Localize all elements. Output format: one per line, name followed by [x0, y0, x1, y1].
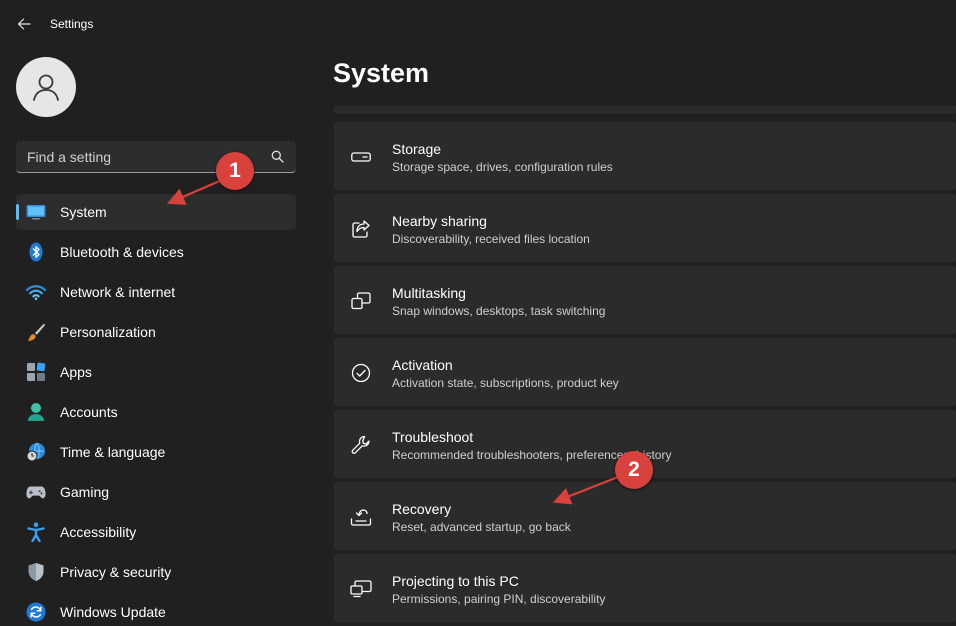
previous-card-edge[interactable] — [334, 106, 956, 114]
sidebar-item-accounts[interactable]: Accounts — [16, 394, 296, 430]
wifi-icon — [26, 282, 46, 302]
storage-icon — [350, 146, 372, 168]
wrench-icon — [350, 434, 372, 456]
accessibility-icon — [26, 522, 46, 542]
back-button[interactable] — [12, 12, 36, 36]
recovery-icon — [350, 506, 372, 528]
card-title: Projecting to this PC — [392, 573, 519, 589]
annotation-marker-2: 2 — [615, 451, 653, 489]
shield-icon — [26, 562, 46, 582]
sidebar-item-label: Privacy & security — [60, 564, 172, 580]
sidebar-item-label: Network & internet — [60, 284, 176, 300]
sidebar-item-network[interactable]: Network & internet — [16, 274, 296, 310]
sidebar-item-label: Accounts — [60, 404, 118, 420]
back-arrow-icon — [17, 18, 31, 30]
settings-list: Storage Storage space, drives, configura… — [334, 106, 956, 626]
page-title: System — [333, 58, 430, 88]
user-icon — [33, 74, 59, 101]
sidebar-item-label: Personalization — [60, 324, 156, 340]
sidebar-item-accessibility[interactable]: Accessibility — [16, 514, 296, 550]
card-subtitle: Activation state, subscriptions, product… — [392, 376, 619, 390]
card-title: Nearby sharing — [392, 213, 487, 229]
sidebar-item-privacy-security[interactable]: Privacy & security — [16, 554, 296, 590]
sidebar-item-gaming[interactable]: Gaming — [16, 474, 296, 510]
sidebar-item-windows-update[interactable]: Windows Update — [16, 594, 296, 626]
sidebar-item-bluetooth[interactable]: Bluetooth & devices — [16, 234, 296, 270]
card-recovery[interactable]: Recovery Reset, advanced startup, go bac… — [334, 482, 956, 550]
check-circle-icon — [350, 362, 372, 384]
sidebar-item-label: Bluetooth & devices — [60, 244, 184, 260]
gamepad-icon — [26, 482, 46, 502]
card-storage[interactable]: Storage Storage space, drives, configura… — [334, 122, 956, 190]
sidebar-item-label: Accessibility — [60, 524, 137, 540]
card-title: Troubleshoot — [392, 429, 474, 445]
app-title: Settings — [50, 17, 94, 31]
card-title: Recovery — [392, 501, 452, 517]
card-activation[interactable]: Activation Activation state, subscriptio… — [334, 338, 956, 406]
update-icon — [26, 602, 46, 622]
paintbrush-icon — [26, 322, 46, 342]
card-subtitle: Permissions, pairing PIN, discoverabilit… — [392, 592, 606, 606]
annotation-marker-1: 1 — [216, 152, 254, 190]
card-subtitle: Snap windows, desktops, task switching — [392, 304, 606, 318]
avatar[interactable] — [16, 57, 76, 117]
sidebar-item-label: Apps — [60, 364, 92, 380]
card-multitasking[interactable]: Multitasking Snap windows, desktops, tas… — [334, 266, 956, 334]
sidebar-item-label: Gaming — [60, 484, 110, 500]
clock-globe-icon — [26, 442, 46, 462]
card-subtitle: Storage space, drives, configuration rul… — [392, 160, 613, 174]
sidebar-item-label: Time & language — [60, 444, 166, 460]
title-bar: Settings — [0, 0, 956, 48]
monitor-icon — [26, 202, 46, 222]
card-nearby-sharing[interactable]: Nearby sharing Discoverability, received… — [334, 194, 956, 262]
sidebar-item-time-language[interactable]: Time & language — [16, 434, 296, 470]
sidebar-item-apps[interactable]: Apps — [16, 354, 296, 390]
card-title: Storage — [392, 141, 442, 157]
search-icon[interactable] — [271, 150, 284, 163]
card-title: Activation — [392, 357, 453, 373]
card-subtitle: Reset, advanced startup, go back — [392, 520, 571, 534]
sidebar-item-personalization[interactable]: Personalization — [16, 314, 296, 350]
sidebar-item-system[interactable]: System — [16, 194, 296, 230]
card-title: Multitasking — [392, 285, 466, 301]
bluetooth-icon — [26, 242, 46, 262]
sidebar-nav: System Bluetooth & devices Network & int… — [16, 194, 296, 626]
card-subtitle: Discoverability, received files location — [392, 232, 590, 246]
sidebar-item-label: Windows Update — [60, 604, 166, 620]
share-icon — [350, 218, 372, 240]
multitasking-icon — [350, 290, 372, 312]
apps-icon — [26, 362, 46, 382]
sidebar-item-label: System — [60, 204, 107, 220]
card-projecting[interactable]: Projecting to this PC Permissions, pairi… — [334, 554, 956, 622]
projecting-icon — [350, 578, 372, 600]
person-icon — [26, 402, 46, 422]
search-box[interactable] — [16, 141, 296, 173]
